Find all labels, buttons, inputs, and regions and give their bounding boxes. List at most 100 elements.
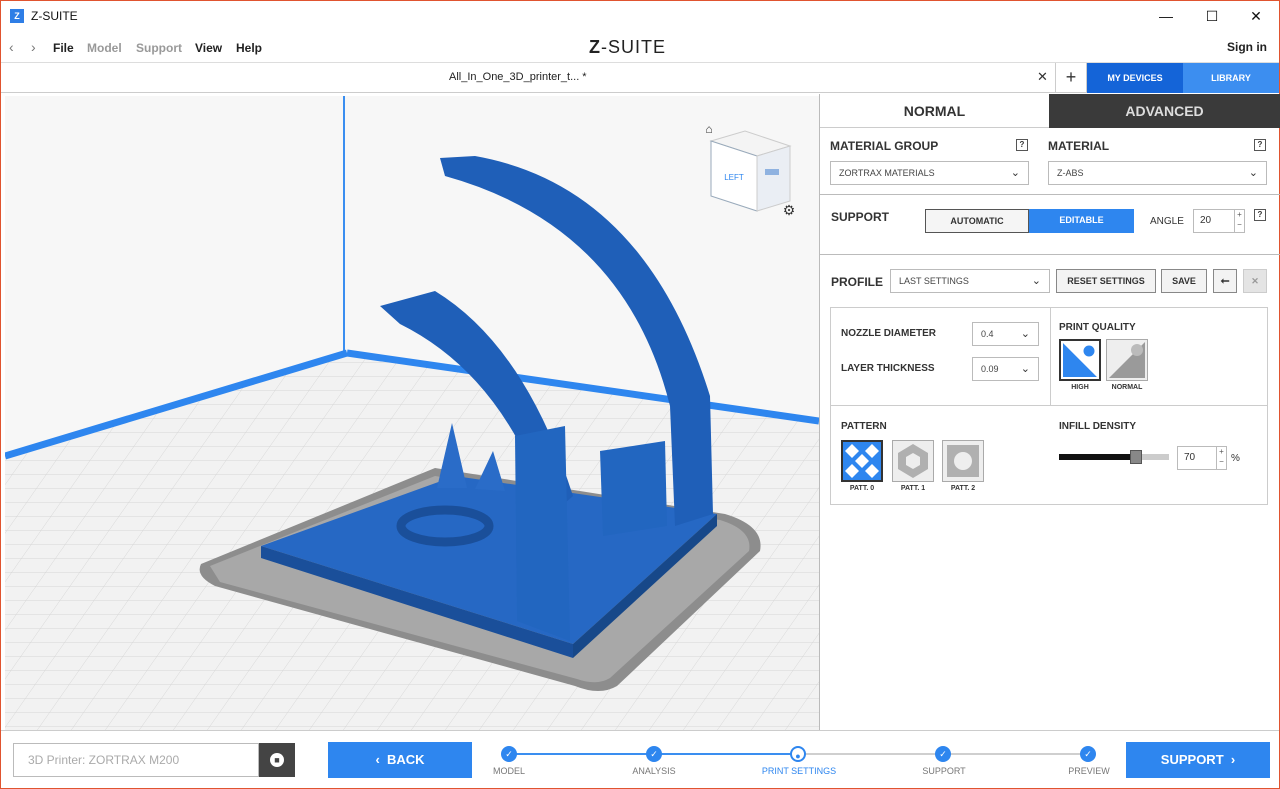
my-devices-button[interactable]: MY DEVICES bbox=[1087, 63, 1183, 93]
infill-slider-thumb[interactable] bbox=[1130, 450, 1142, 464]
chevron-down-icon: ⌄ bbox=[1020, 363, 1030, 375]
quality-normal-caption: NORMAL bbox=[1111, 384, 1143, 391]
lock-button[interactable]: ■ bbox=[259, 743, 295, 777]
profile-label: PROFILE bbox=[831, 275, 884, 289]
close-window-button[interactable]: ✕ bbox=[1233, 1, 1279, 31]
pattern-1-caption: PATT. 1 bbox=[900, 485, 926, 492]
help-icon[interactable]: ? bbox=[1254, 209, 1266, 221]
model-wall-block bbox=[600, 441, 667, 536]
home-icon[interactable]: ⌂ bbox=[705, 122, 712, 136]
tab-advanced[interactable]: ADVANCED bbox=[1049, 94, 1280, 128]
step-analysis-label: ANALYSIS bbox=[632, 766, 676, 776]
menu-support[interactable]: Support bbox=[136, 41, 182, 55]
angle-stepper: + − bbox=[1234, 210, 1244, 232]
next-support-button[interactable]: SUPPORT › bbox=[1126, 742, 1270, 778]
layer-thickness-label: LAYER THICKNESS bbox=[841, 363, 935, 374]
step-print-settings-dot[interactable]: ● bbox=[790, 746, 806, 762]
pattern-2-button[interactable] bbox=[942, 440, 984, 482]
quality-normal-button[interactable] bbox=[1106, 339, 1148, 381]
quality-high-button[interactable] bbox=[1059, 339, 1101, 381]
step-support-label: SUPPORT bbox=[922, 766, 966, 776]
reset-settings-button[interactable]: RESET SETTINGS bbox=[1056, 269, 1156, 293]
support-automatic-button[interactable]: AUTOMATIC bbox=[925, 209, 1029, 233]
bottom-bar: 3D Printer: ZORTRAX M200 ■ ‹ BACK ✓ ✓ ● … bbox=[1, 730, 1279, 788]
nozzle-label: NOZZLE DIAMETER bbox=[841, 328, 936, 339]
library-button[interactable]: LIBRARY bbox=[1183, 63, 1279, 93]
tab-normal[interactable]: NORMAL bbox=[820, 94, 1049, 128]
support-label: SUPPORT bbox=[831, 210, 890, 224]
menu-bar: ‹ › File Model Support View Help Z-SUITE… bbox=[1, 31, 1279, 63]
infill-slider[interactable] bbox=[1059, 450, 1169, 464]
close-tab-icon[interactable]: ✕ bbox=[1037, 69, 1048, 85]
material-group-label: MATERIAL GROUP bbox=[830, 139, 939, 153]
infill-input[interactable]: 70 + − bbox=[1177, 446, 1227, 470]
pattern-2-caption: PATT. 2 bbox=[950, 485, 976, 492]
settings-panel: NORMAL ADVANCED MATERIAL GROUP ? ZORTRAX… bbox=[819, 94, 1280, 730]
angle-label: ANGLE bbox=[1150, 216, 1184, 227]
3d-viewport[interactable]: LEFT ⌂ ⚙ bbox=[5, 96, 819, 730]
pattern-label: PATTERN bbox=[841, 421, 887, 432]
app-icon: Z bbox=[10, 9, 24, 23]
view-cube-face[interactable]: LEFT bbox=[724, 173, 744, 182]
step-support-dot[interactable]: ✓ bbox=[935, 746, 951, 762]
step-analysis-dot[interactable]: ✓ bbox=[646, 746, 662, 762]
window-title: Z-SUITE bbox=[31, 9, 78, 23]
scene-canvas[interactable]: LEFT ⌂ ⚙ bbox=[5, 96, 819, 730]
menu-help[interactable]: Help bbox=[236, 41, 262, 55]
gear-icon[interactable]: ⚙ bbox=[783, 202, 796, 218]
sign-in-link[interactable]: Sign in bbox=[1227, 40, 1267, 54]
menu-model[interactable]: Model bbox=[87, 41, 122, 55]
printer-field[interactable]: 3D Printer: ZORTRAX M200 bbox=[13, 743, 259, 777]
title-bar: Z Z-SUITE — ☐ ✕ bbox=[1, 1, 1279, 31]
infill-slider-fill bbox=[1059, 454, 1136, 460]
add-tab-button[interactable]: + bbox=[1055, 63, 1087, 93]
infill-stepper: + − bbox=[1216, 447, 1226, 469]
step-model-dot[interactable]: ✓ bbox=[501, 746, 517, 762]
infill-unit: % bbox=[1231, 453, 1240, 464]
chevron-down-icon: ⌄ bbox=[1010, 167, 1020, 179]
forward-arrow-icon[interactable]: › bbox=[31, 39, 36, 55]
app-logo: Z-SUITE bbox=[589, 37, 667, 57]
help-icon[interactable]: ? bbox=[1254, 139, 1266, 151]
menu-view[interactable]: View bbox=[195, 41, 222, 55]
pattern-0-icon bbox=[843, 442, 881, 480]
pattern-1-icon bbox=[898, 444, 928, 478]
nozzle-select[interactable]: 0.4 ⌄ bbox=[972, 322, 1039, 346]
back-arrow-icon[interactable]: ‹ bbox=[9, 39, 14, 55]
save-profile-button[interactable]: SAVE bbox=[1161, 269, 1207, 293]
menu-file[interactable]: File bbox=[53, 41, 74, 55]
pattern-0-button[interactable] bbox=[841, 440, 883, 482]
angle-input[interactable]: 20 + − bbox=[1193, 209, 1245, 233]
step-print-settings-label: PRINT SETTINGS bbox=[761, 766, 837, 776]
view-cube: LEFT bbox=[709, 130, 792, 212]
step-preview-dot[interactable]: ✓ bbox=[1080, 746, 1096, 762]
step-model-label: MODEL bbox=[492, 766, 525, 776]
help-icon[interactable]: ? bbox=[1016, 139, 1028, 151]
pattern-1-button[interactable] bbox=[892, 440, 934, 482]
maximize-button[interactable]: ☐ bbox=[1189, 1, 1235, 31]
profile-select[interactable]: LAST SETTINGS ⌄ bbox=[890, 269, 1050, 293]
document-tab[interactable]: All_In_One_3D_printer_t... * bbox=[449, 71, 587, 83]
support-editable-button[interactable]: EDITABLE bbox=[1029, 209, 1134, 233]
material-select[interactable]: Z-ABS ⌄ bbox=[1048, 161, 1267, 185]
material-label: MATERIAL bbox=[1048, 139, 1110, 153]
delete-icon[interactable]: ✕ bbox=[1243, 269, 1267, 293]
infill-density-label: INFILL DENSITY bbox=[1059, 421, 1137, 432]
minimize-button[interactable]: — bbox=[1143, 1, 1189, 31]
quality-normal-icon bbox=[1109, 342, 1145, 378]
print-quality-label: PRINT QUALITY bbox=[1059, 322, 1136, 333]
material-group-select[interactable]: ZORTRAX MATERIALS ⌄ bbox=[830, 161, 1029, 185]
export-icon[interactable]: ⭠ bbox=[1213, 269, 1237, 293]
lock-icon: ■ bbox=[270, 752, 284, 767]
quality-high-caption: HIGH bbox=[1071, 384, 1089, 391]
chevron-down-icon: ⌄ bbox=[1031, 275, 1041, 287]
tab-bar: All_In_One_3D_printer_t... * ✕ + MY DEVI… bbox=[1, 63, 1279, 93]
divider bbox=[820, 254, 1280, 255]
pattern-2-icon bbox=[947, 445, 979, 477]
quality-high-icon bbox=[1063, 343, 1097, 377]
chevron-down-icon: ⌄ bbox=[1020, 328, 1030, 340]
layer-thickness-select[interactable]: 0.09 ⌄ bbox=[972, 357, 1039, 381]
pattern-0-caption: PATT. 0 bbox=[849, 485, 875, 492]
app-window: Z Z-SUITE — ☐ ✕ ‹ › File Model Support V… bbox=[0, 0, 1280, 789]
chevron-down-icon: ⌄ bbox=[1248, 167, 1258, 179]
